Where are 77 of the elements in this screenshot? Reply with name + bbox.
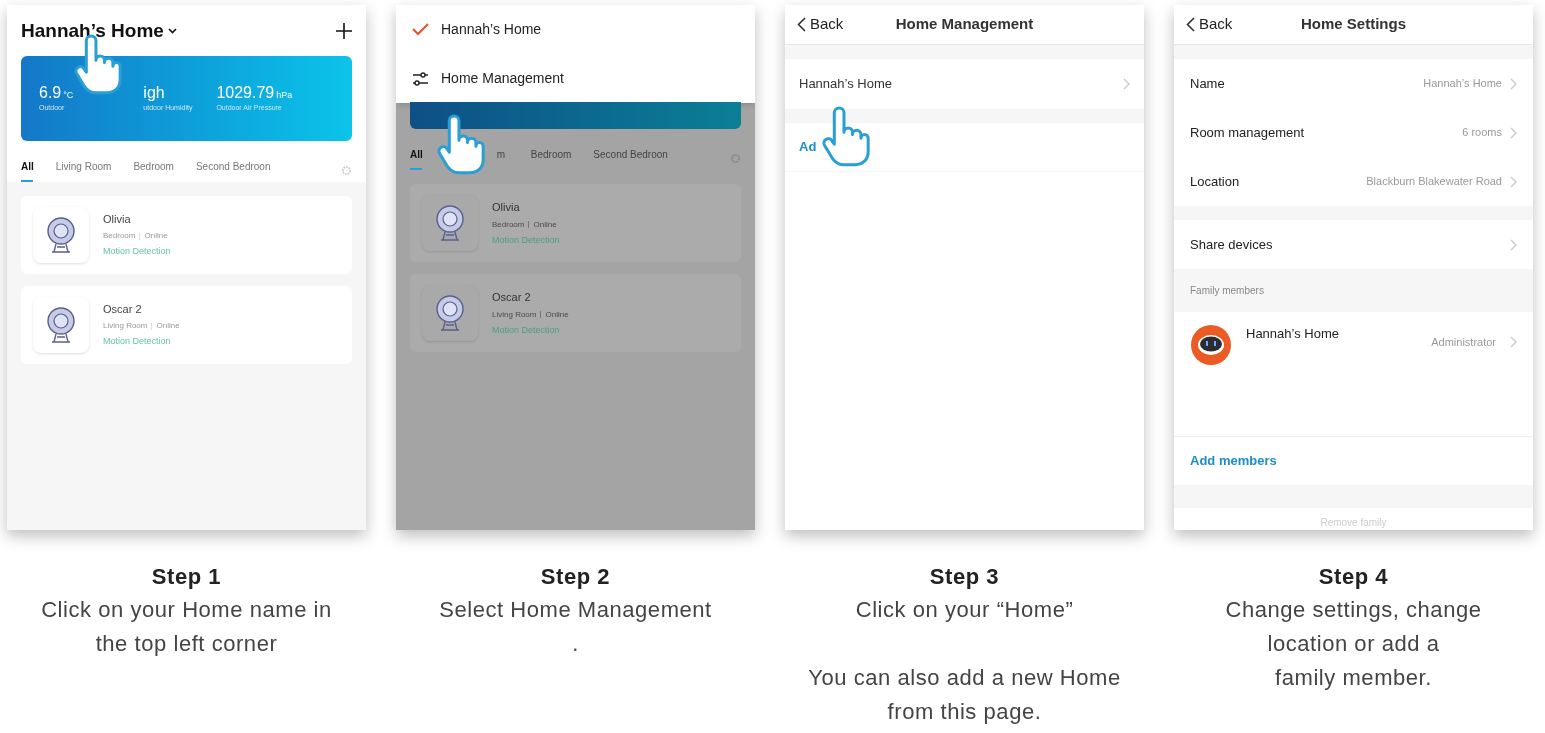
chevron-right-icon [1510,175,1517,188]
room-tab[interactable]: All [410,147,423,170]
camera-icon [46,215,76,254]
device-name: Olivia [492,200,521,215]
menu-item[interactable]: Home Management [396,54,755,103]
step-caption: You can also add a new Home from this page. [808,664,1121,726]
menu-item[interactable]: Hannah’s Home [396,5,755,54]
back-button[interactable]: Back [1186,13,1233,36]
settings-row[interactable]: Room management 6 rooms [1174,108,1533,157]
device-mode: Motion Detection [103,245,171,258]
device-room: Living Room [103,320,148,332]
chevron-left-icon [1186,17,1195,32]
device-status: Online [156,320,180,332]
chevron-left-icon [797,17,806,32]
device-status: Online [545,308,569,321]
step-caption: Select Home Management . [439,596,712,658]
section-label: Family members [1190,284,1264,298]
add-icon[interactable] [336,23,352,40]
weather-value: 1029.79 hPa [216,82,293,103]
screen-title: Home Management [895,14,1034,35]
settings-row[interactable]: Location Blackburn Blakewater Road [1174,157,1533,206]
robot-avatar-icon [1190,324,1232,366]
device-room: Living Room [492,308,537,321]
room-tab[interactable]: All [21,158,34,182]
camera-icon [435,294,465,332]
chevron-right-icon [1510,336,1517,348]
step-caption: Change settings, change location or add a family member. [1225,596,1482,692]
settings-icon[interactable] [341,164,352,176]
step-caption: Click on your “Home” [855,596,1074,624]
device-name: Olivia [103,211,132,227]
add-home-link[interactable]: Ad [785,123,1144,171]
device-status: Online [533,218,557,231]
member-row[interactable]: Hannah’s Home Administrator [1174,312,1533,437]
member-role: Administrator [1431,335,1496,350]
settings-row[interactable]: Share devices [1174,220,1533,269]
device-status: Online [144,230,168,242]
room-tab[interactable]: Living Room [55,158,112,182]
home-row[interactable]: Hannah’s Home [785,59,1144,109]
chevron-right-icon [1123,78,1130,90]
add-members-link[interactable]: Add members [1190,451,1277,471]
camera-icon [46,305,76,344]
room-tab[interactable]: m [496,147,509,170]
step-caption: Click on your Home name in the top left corner [41,596,332,658]
chevron-right-icon [1510,238,1517,251]
weather-value: 6.9°C [39,82,74,103]
room-tab[interactable]: Second Bedroon [195,158,271,182]
room-tab[interactable]: Second Bedroon [593,147,668,170]
device-mode: Motion Detection [492,233,560,247]
settings-row[interactable]: Name Hannah’s Home [1174,59,1533,108]
step-title: Step 2 [540,563,611,591]
chevron-right-icon [1510,126,1517,139]
device-card[interactable]: Oscar 2 Living Room Online Motion Detection [410,274,741,352]
settings-icon[interactable] [730,153,741,164]
pointer-hand-icon [821,105,873,169]
step-title: Step 1 [151,563,222,591]
device-mode: Motion Detection [492,323,561,337]
camera-icon [435,204,465,242]
chevron-right-icon [1510,77,1517,90]
device-card[interactable]: Olivia Bedroom Online Motion Detection [410,184,741,262]
weather-value: igh [143,82,166,103]
device-card[interactable]: Oscar 2 Living Room Online Motion Detection [21,285,352,364]
step-title: Step 4 [1318,563,1389,591]
chevron-down-icon [167,28,177,35]
room-tab[interactable]: Bedroom [530,147,572,170]
device-name: Oscar 2 [103,301,143,317]
step-title: Step 3 [929,563,1000,591]
device-name: Oscar 2 [492,290,532,305]
device-room: Bedroom [103,230,136,242]
screen-title: Home Settings [1301,14,1406,35]
device-room: Bedroom [492,218,525,231]
back-button[interactable]: Back [797,13,844,36]
sliders-icon [412,71,429,86]
room-tab[interactable]: Bedroom [133,158,174,182]
device-card[interactable]: Olivia Bedroom Online Motion Detection [21,195,352,274]
device-mode: Motion Detection [103,335,172,348]
pointer-hand-icon [436,113,488,177]
member-name: Hannah’s Home [1246,325,1339,343]
